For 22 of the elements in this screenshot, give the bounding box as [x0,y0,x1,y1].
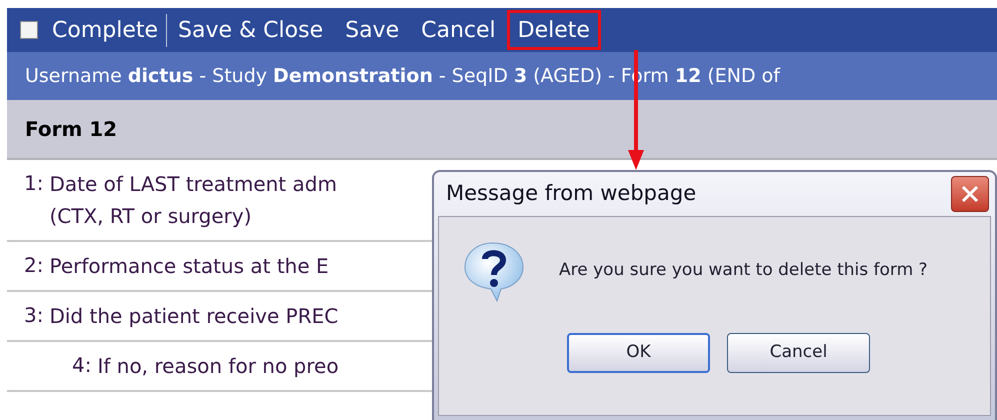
question-number: 4: [72,352,92,379]
dialog-button[interactable]: OK [567,333,710,373]
question-number: 1: [24,170,44,197]
question-text: (CTX, RT or surgery) [49,203,253,230]
complete-label[interactable]: Complete [52,14,168,46]
question-text: Date of LAST treatment adm [49,171,337,198]
toolbar-button[interactable]: Save & Close [167,10,334,50]
toolbar-button[interactable]: Save [334,10,410,50]
complete-checkbox[interactable] [20,21,38,39]
dialog-title: Message from webpage [446,180,696,208]
close-icon [960,184,980,204]
dialog-message: Are you sure you want to delete this form ? [559,259,928,282]
toolbar-button[interactable]: Cancel [410,10,507,50]
form-header: Form 12 [25,116,118,143]
question-number: 2: [24,252,44,279]
question-number: 3: [24,302,44,329]
close-button[interactable] [951,176,989,212]
question-text: Performance status at the E [49,253,329,280]
question-text: If no, reason for no preo [97,353,339,380]
dialog-button[interactable]: Cancel [727,333,870,373]
toolbar-button[interactable]: Delete [506,10,601,50]
question-text: Did the patient receive PREC [49,303,338,330]
